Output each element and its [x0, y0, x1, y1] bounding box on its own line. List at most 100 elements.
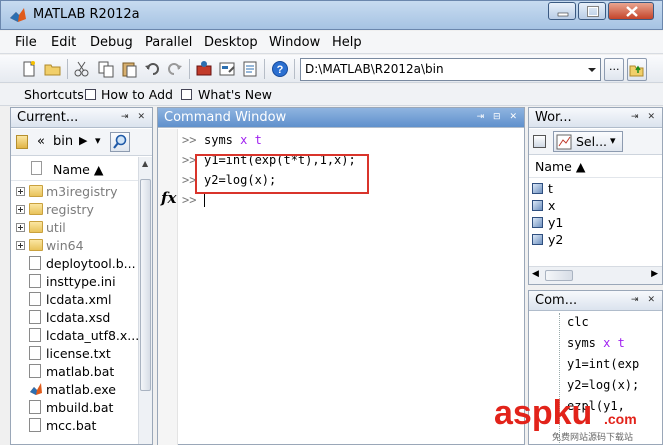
folder-list-item-name: lcdata.xml: [46, 292, 112, 307]
menu-edit[interactable]: Edit: [51, 35, 76, 50]
name-column-label: Name ▲: [53, 162, 104, 177]
folder-list-item[interactable]: lcdata_utf8.x...: [14, 327, 138, 345]
command-args: x t: [240, 133, 262, 147]
current-folder-title: Current...: [17, 110, 79, 125]
svg-text:?: ?: [277, 64, 284, 76]
guide-icon[interactable]: [218, 60, 236, 78]
menu-debug[interactable]: Debug: [90, 35, 133, 50]
folder-list-item[interactable]: util: [14, 219, 134, 237]
workspace-variable[interactable]: x: [532, 197, 652, 215]
menu-desktop[interactable]: Desktop: [204, 35, 258, 50]
panel-undock-icon[interactable]: ⇥ ✕: [631, 295, 658, 305]
expand-icon[interactable]: [16, 241, 25, 250]
parent-folder-button[interactable]: [627, 58, 647, 81]
name-column-header[interactable]: Name ▲: [11, 157, 138, 181]
file-icon: [29, 400, 41, 414]
menu-parallel[interactable]: Parallel: [145, 35, 192, 50]
profiler-icon[interactable]: [241, 60, 259, 78]
maximize-button[interactable]: [578, 2, 606, 20]
scrollbar-thumb[interactable]: [140, 179, 151, 391]
workspace-variable[interactable]: t: [532, 180, 652, 198]
folder-list-item[interactable]: deploytool.b...: [14, 255, 136, 273]
scrollbar-thumb[interactable]: [545, 270, 573, 281]
paste-icon[interactable]: [120, 60, 138, 78]
folder-list-item[interactable]: license.txt: [14, 345, 134, 363]
folder-list-item[interactable]: win64: [14, 237, 134, 255]
folder-list-item[interactable]: lcdata.xsd: [14, 309, 134, 327]
new-variable-icon[interactable]: [533, 135, 546, 148]
folder-list-item[interactable]: registry: [14, 201, 134, 219]
chevron-down-icon[interactable]: ▾: [95, 134, 101, 147]
expand-icon[interactable]: [16, 223, 25, 232]
panel-undock-icon[interactable]: ⇥ ✕: [631, 112, 658, 122]
folder-scrollbar[interactable]: ▲: [138, 157, 152, 444]
folder-list-item[interactable]: matlab.bat: [14, 363, 134, 381]
select-data-button[interactable]: Sel... ▾: [553, 131, 623, 152]
menu-file[interactable]: File: [15, 35, 37, 50]
scroll-left-icon[interactable]: ◀: [532, 269, 539, 279]
scroll-up-icon[interactable]: ▲: [142, 159, 148, 168]
folder-icon: [29, 203, 43, 215]
workspace-name-header[interactable]: Name ▲: [529, 156, 662, 178]
folder-list-item[interactable]: mcc.bat: [14, 417, 134, 435]
menu-window[interactable]: Window: [269, 35, 320, 50]
folder-list-item-name: lcdata.xsd: [46, 310, 111, 325]
scroll-right-icon[interactable]: ▶: [651, 269, 658, 279]
chevron-down-icon[interactable]: ▾: [610, 134, 616, 147]
folder-list-item-name: insttype.ini: [46, 274, 116, 289]
breadcrumb-bin[interactable]: bin: [53, 134, 73, 149]
workspace-variable[interactable]: y2: [532, 231, 652, 249]
watermark-brand: aspku: [494, 394, 592, 432]
expand-icon[interactable]: [16, 205, 25, 214]
folder-icon: [29, 239, 43, 251]
help-icon[interactable]: ?: [271, 60, 289, 78]
folder-list-item[interactable]: mbuild.bat: [14, 399, 134, 417]
panel-undock-icon[interactable]: ⇥ ⊟ ✕: [477, 112, 520, 122]
file-icon: [29, 310, 41, 324]
breadcrumb-arrow-icon[interactable]: ▶: [79, 134, 87, 147]
plot-icon: [556, 134, 572, 150]
shortcut-how-to-add[interactable]: How to Add: [101, 87, 173, 102]
history-command: y1=int(exp: [567, 357, 640, 371]
browse-folder-button[interactable]: ...: [604, 58, 624, 81]
minimize-button[interactable]: [548, 2, 576, 20]
workspace-header: Wor... ⇥ ✕: [529, 108, 662, 128]
browse-folder-label: ...: [609, 60, 620, 73]
function-browser-icon[interactable]: fx: [161, 189, 176, 207]
current-folder-path-input[interactable]: D:\MATLAB\R2012a\bin: [300, 58, 601, 81]
variable-icon: [532, 234, 543, 245]
folder-list-item-name: util: [46, 220, 66, 235]
simulink-icon[interactable]: [195, 60, 213, 78]
folder-list-item[interactable]: m3iregistry: [14, 183, 134, 201]
close-button[interactable]: [608, 2, 654, 20]
folder-list-item[interactable]: insttype.ini: [14, 273, 134, 291]
command-gutter: [158, 129, 178, 445]
search-button[interactable]: [110, 132, 130, 152]
history-item[interactable]: y1=int(exp: [567, 357, 639, 371]
expand-icon[interactable]: [16, 187, 25, 196]
folder-icon: [16, 135, 28, 149]
chevron-down-icon[interactable]: [584, 59, 600, 80]
breadcrumb-back[interactable]: «: [37, 134, 45, 149]
shortcut-icon: [181, 89, 192, 100]
new-file-icon[interactable]: [20, 60, 38, 78]
undo-icon[interactable]: [143, 60, 161, 78]
redo-icon[interactable]: [166, 60, 184, 78]
open-folder-icon[interactable]: [44, 60, 62, 78]
folder-list-item[interactable]: matlab.exe: [14, 381, 134, 399]
folder-list-item-name: registry: [46, 202, 94, 217]
command-input-cursor[interactable]: [204, 192, 205, 207]
panel-undock-icon[interactable]: ⇥ ✕: [121, 112, 148, 122]
folder-list-item[interactable]: lcdata.xml: [14, 291, 134, 309]
copy-icon[interactable]: [97, 60, 115, 78]
shortcut-whats-new[interactable]: What's New: [198, 87, 272, 102]
watermark-tld: .com: [604, 411, 637, 427]
history-item[interactable]: syms x t: [567, 336, 625, 350]
menu-help[interactable]: Help: [332, 35, 362, 50]
aspku-watermark: aspku .com 免费网站源码下载站: [494, 394, 637, 443]
workspace-name-label: Name ▲: [535, 159, 586, 174]
workspace-hscrollbar[interactable]: ◀ ▶: [529, 266, 662, 284]
workspace-variable[interactable]: y1: [532, 214, 652, 232]
cut-icon[interactable]: [73, 60, 91, 78]
history-item[interactable]: clc: [567, 315, 589, 329]
